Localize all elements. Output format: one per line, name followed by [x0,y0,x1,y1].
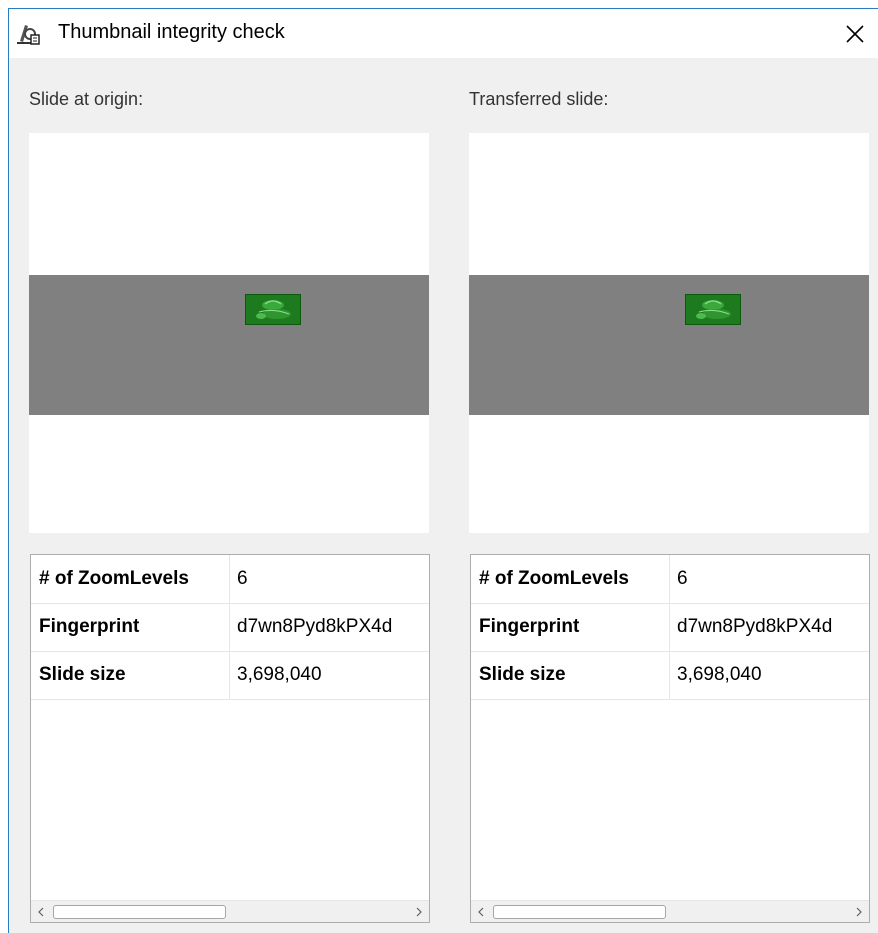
close-icon [846,24,864,43]
thumbnail-slide-band [469,275,869,415]
property-row: Fingerprint d7wn8Pyd8kPX4d [31,603,429,652]
transferred-properties-grid[interactable]: # of ZoomLevels 6 Fingerprint d7wn8Pyd8k… [470,554,870,923]
property-name: Slide size [471,651,670,699]
window-title: Thumbnail integrity check [58,21,285,43]
property-row: # of ZoomLevels 6 [471,555,869,604]
chevron-left-icon [38,907,44,916]
scrollbar-thumb[interactable] [493,905,666,919]
scrollbar-thumb[interactable] [53,905,226,919]
title-bar: Thumbnail integrity check [9,9,878,58]
property-row: Fingerprint d7wn8Pyd8kPX4d [471,603,869,652]
property-name: # of ZoomLevels [471,555,670,603]
property-value: 6 [237,568,248,589]
scroll-right-button[interactable] [409,901,429,922]
origin-slide-thumbnail [29,133,429,533]
property-row: # of ZoomLevels 6 [31,555,429,604]
transferred-slide-thumbnail [469,133,869,533]
scroll-right-button[interactable] [849,901,869,922]
tissue-tile-image [685,294,741,325]
horizontal-scrollbar[interactable] [471,900,869,922]
property-name: Slide size [31,651,230,699]
scroll-left-button[interactable] [471,901,491,922]
close-button[interactable] [832,9,878,58]
property-value: 6 [677,568,688,589]
property-row: Slide size 3,698,040 [471,651,869,700]
chevron-right-icon [416,907,422,916]
horizontal-scrollbar[interactable] [31,900,429,922]
origin-properties-grid[interactable]: # of ZoomLevels 6 Fingerprint d7wn8Pyd8k… [30,554,430,923]
thumbnail-slide-band [29,275,429,415]
tissue-tile-image [245,294,301,325]
dialog-window: Thumbnail integrity check Slide at origi… [8,8,878,933]
property-row: Slide size 3,698,040 [31,651,429,700]
property-value: 3,698,040 [677,664,762,685]
property-value: d7wn8Pyd8kPX4d [677,616,833,637]
property-name: Fingerprint [471,603,670,651]
microscope-icon [17,25,40,45]
chevron-left-icon [478,907,484,916]
scroll-left-button[interactable] [31,901,51,922]
property-value: 3,698,040 [237,664,322,685]
property-name: Fingerprint [31,603,230,651]
origin-slide-label: Slide at origin: [29,89,144,109]
property-name: # of ZoomLevels [31,555,230,603]
chevron-right-icon [856,907,862,916]
property-value: d7wn8Pyd8kPX4d [237,616,393,637]
transferred-slide-label: Transferred slide: [469,89,609,109]
